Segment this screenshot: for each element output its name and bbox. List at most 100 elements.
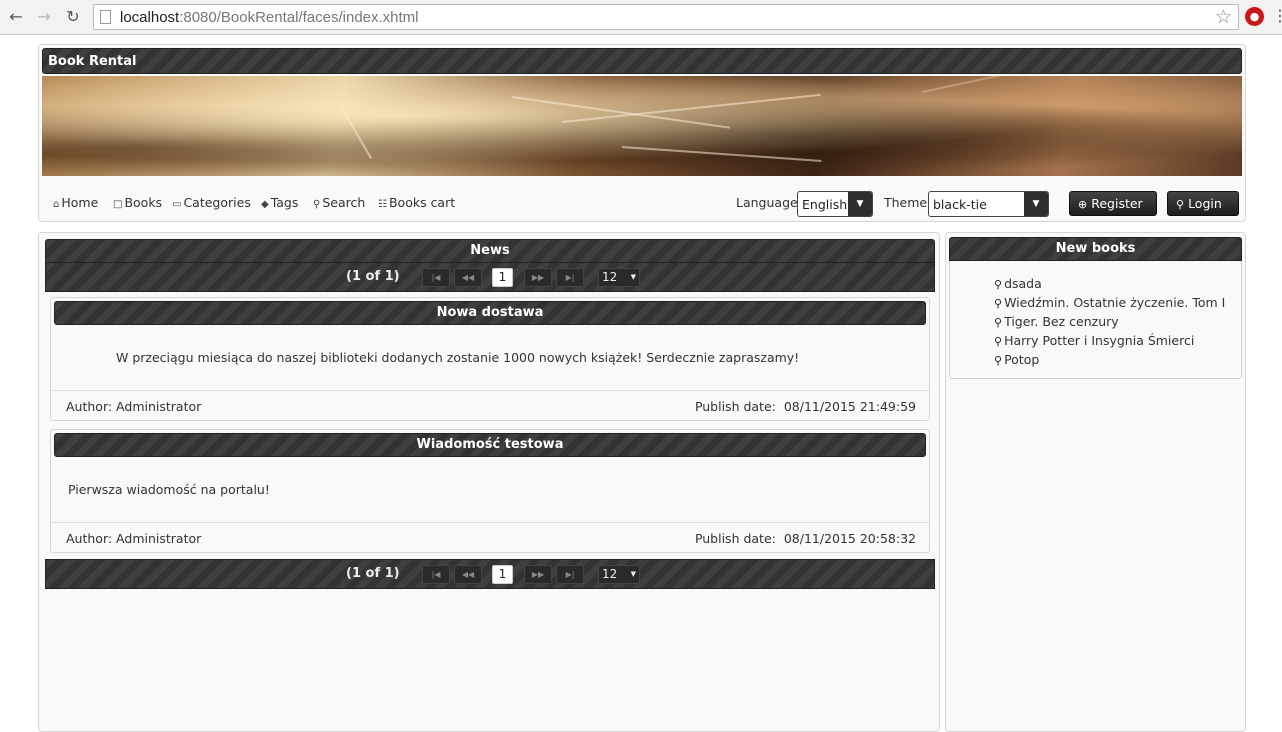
key-icon: ⚲ [1176, 198, 1185, 211]
chevron-down-icon: ▼ [630, 273, 636, 281]
news-header: News [45, 239, 935, 263]
search-icon: ⚲ [994, 297, 1003, 310]
news-item-author: Author: Administrator [66, 399, 202, 414]
page-report: (1 of 1) [346, 269, 400, 284]
app-title: Book Rental [42, 48, 1242, 74]
menu-label: Categories [183, 195, 251, 210]
news-item-content: W przeciągu miesiąca do naszej bibliotek… [116, 350, 800, 365]
top-paginator: (1 of 1) |◀ ◀◀ 1 ▶▶ ▶| 12 ▼ [45, 262, 935, 292]
news-item: Wiadomość testowa Pierwsza wiadomość na … [50, 429, 930, 553]
language-label: Language [736, 195, 798, 210]
book-title: Harry Potter i Insygnia Śmierci [1004, 333, 1195, 348]
menu-item-tags[interactable]: ◆ Tags [261, 195, 298, 210]
forward-icon[interactable]: → [34, 7, 54, 27]
tag-icon: ◆ [261, 199, 269, 210]
menu-item-home[interactable]: ⌂ Home [53, 195, 98, 210]
menu-label: Search [322, 195, 366, 210]
back-icon[interactable]: ← [6, 7, 26, 27]
menu-item-categories[interactable]: ▭ Categories [172, 195, 251, 210]
search-icon: ⚲ [994, 354, 1003, 367]
url-text[interactable]: localhost:8080/BookRental/faces/index.xh… [120, 9, 419, 26]
new-books-list: ⚲ dsada ⚲ Wiedźmin. Ostatnie życzenie. Tom… [994, 276, 1225, 371]
news-item-content: Pierwsza wiadomość na portalu! [68, 482, 270, 497]
page-number-button[interactable]: 1 [492, 268, 513, 287]
rows-per-page-select[interactable]: 12 ▼ [598, 565, 640, 584]
plus-circle-icon: ⊕ [1078, 198, 1088, 211]
page: Book Rental ⌂ Home □ Books ▭ Categories ◆ Ta… [0, 36, 1282, 732]
book-link[interactable]: ⚲ Tiger. Bez cenzury [994, 314, 1225, 333]
news-item-title: Nowa dostawa [54, 301, 926, 325]
search-icon: ⚲ [313, 199, 321, 210]
menu-label: Home [61, 195, 99, 210]
page-icon [100, 10, 111, 24]
url-path: :8080/BookRental/faces/index.xhtml [179, 9, 419, 26]
rows-per-page-value: 12 [602, 567, 618, 581]
header-panel: Book Rental ⌂ Home □ Books ▭ Categories ◆ Ta… [38, 44, 1246, 222]
reload-icon[interactable]: ↻ [63, 7, 83, 27]
page-report: (1 of 1) [346, 566, 400, 581]
prev-page-icon[interactable]: ◀◀ [454, 268, 482, 287]
browser-menu-icon[interactable]: ⋮ [1272, 6, 1282, 25]
news-item: Nowa dostawa W przeciągu miesiąca do nas… [50, 297, 930, 421]
browser-toolbar: ← → ↻ localhost:8080/BookRental/faces/in… [0, 0, 1282, 35]
login-label: Login [1188, 196, 1222, 211]
menu-item-search[interactable]: ⚲ Search [313, 195, 365, 210]
news-item-footer: Author: Administrator Publish date: 08/1… [51, 390, 929, 420]
news-item-footer: Author: Administrator Publish date: 08/1… [51, 522, 929, 552]
book-title: Wiedźmin. Ostatnie życzenie. Tom I [1004, 295, 1226, 310]
chevron-down-icon: ▼ [1024, 192, 1048, 216]
first-page-icon[interactable]: |◀ [422, 565, 450, 584]
news-item-publish-date: Publish date: 08/11/2015 21:49:59 [695, 399, 916, 414]
rows-per-page-value: 12 [602, 270, 618, 284]
book-link[interactable]: ⚲ Harry Potter i Insygnia Śmierci [994, 333, 1225, 352]
address-bar[interactable]: localhost:8080/BookRental/faces/index.xh… [93, 4, 1239, 30]
login-button[interactable]: ⚲ Login [1167, 191, 1239, 216]
theme-label: Theme [884, 195, 928, 210]
main-menu: ⌂ Home □ Books ▭ Categories ◆ Tags ⚲ Search ☷… [42, 181, 1242, 219]
search-icon: ⚲ [994, 335, 1003, 348]
register-label: Register [1091, 196, 1143, 211]
banner-image [42, 76, 1242, 176]
news-item-author: Author: Administrator [66, 531, 202, 546]
news-item-publish-date: Publish date: 08/11/2015 20:58:32 [695, 531, 916, 546]
menu-item-books[interactable]: □ Books [113, 195, 162, 210]
news-item-title: Wiadomość testowa [54, 433, 926, 457]
publish-date-value: 08/11/2015 20:58:32 [783, 531, 916, 546]
link-icon: ▭ [172, 199, 182, 210]
next-page-icon[interactable]: ▶▶ [524, 565, 552, 584]
book-title: dsada [1004, 276, 1042, 291]
rows-per-page-select[interactable]: 12 ▼ [598, 268, 640, 287]
document-icon: □ [113, 199, 123, 210]
theme-value: black-tie [933, 197, 987, 212]
menu-item-books-cart[interactable]: ☷ Books cart [378, 195, 455, 210]
publish-date-value: 08/11/2015 21:49:59 [783, 399, 916, 414]
adblock-extension-icon[interactable]: ● [1245, 7, 1264, 26]
theme-select[interactable]: black-tie ▼ [928, 191, 1049, 217]
next-page-icon[interactable]: ▶▶ [524, 268, 552, 287]
menu-label: Tags [270, 195, 299, 210]
news-panel: News (1 of 1) |◀ ◀◀ 1 ▶▶ ▶| 12 ▼ Nowa dos… [38, 232, 940, 732]
prev-page-icon[interactable]: ◀◀ [454, 565, 482, 584]
url-host: localhost [120, 9, 180, 26]
search-icon: ⚲ [994, 278, 1003, 291]
book-link[interactable]: ⚲ dsada [994, 276, 1225, 295]
language-value: English [802, 197, 848, 212]
book-link[interactable]: ⚲ Wiedźmin. Ostatnie życzenie. Tom I [994, 295, 1225, 314]
register-button[interactable]: ⊕ Register [1069, 191, 1157, 216]
book-link[interactable]: ⚲ Potop [994, 352, 1225, 371]
new-books-header: New books [949, 237, 1242, 261]
cart-icon: ☷ [378, 199, 387, 210]
publish-label: Publish date: [694, 531, 776, 546]
home-icon: ⌂ [53, 199, 60, 210]
page-number-button[interactable]: 1 [492, 565, 513, 584]
bookmark-star-icon[interactable]: ☆ [1215, 6, 1232, 28]
language-select[interactable]: English ▼ [797, 191, 873, 217]
last-page-icon[interactable]: ▶| [556, 565, 584, 584]
chevron-down-icon: ▼ [848, 192, 872, 216]
bottom-paginator: (1 of 1) |◀ ◀◀ 1 ▶▶ ▶| 12 ▼ [45, 559, 935, 589]
new-books-panel: New books ⚲ dsada ⚲ Wiedźmin. Ostatnie życ… [945, 232, 1246, 732]
menu-label: Books [124, 195, 163, 210]
book-title: Tiger. Bez cenzury [1004, 314, 1119, 329]
last-page-icon[interactable]: ▶| [556, 268, 584, 287]
first-page-icon[interactable]: |◀ [422, 268, 450, 287]
